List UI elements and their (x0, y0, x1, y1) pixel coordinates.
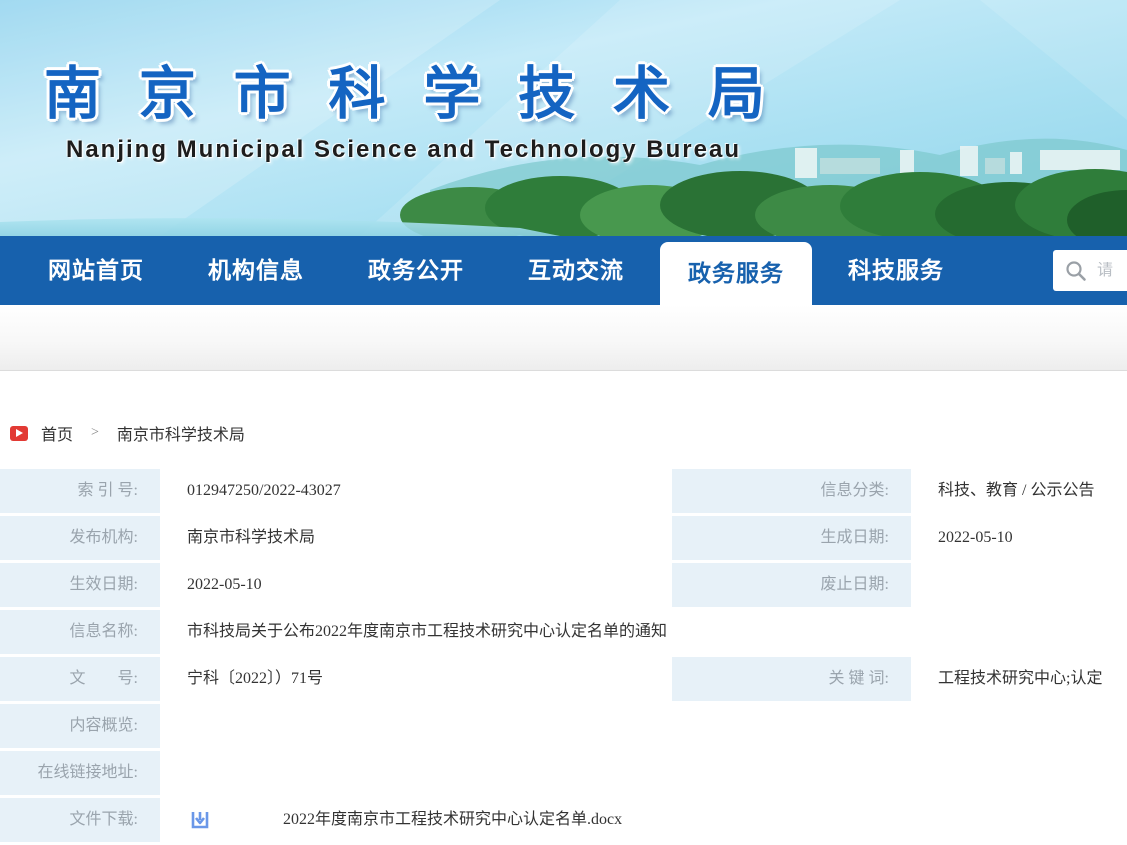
search-input[interactable] (1097, 262, 1127, 280)
breadcrumb-home-link[interactable]: 首页 (41, 421, 73, 445)
field-label-info-name: 信息名称: (0, 610, 160, 654)
field-value-index-number: 012947250/2022-43027 (162, 469, 668, 513)
field-label-doc-number: 文 号: (0, 657, 160, 701)
field-value-online-link (162, 751, 1127, 795)
table-row: 生效日期: 2022-05-10 废止日期: (0, 563, 1127, 607)
field-label-index-number: 索 引 号: (0, 469, 160, 513)
field-label-info-category: 信息分类: (672, 469, 911, 513)
field-label-publisher: 发布机构: (0, 516, 160, 560)
nav-item-interaction[interactable]: 互动交流 (528, 236, 624, 305)
field-label-content-overview: 内容概览: (0, 704, 160, 748)
field-value-publisher: 南京市科学技术局 (162, 516, 668, 560)
table-row: 内容概览: (0, 704, 1127, 748)
field-label-effective-date: 生效日期: (0, 563, 160, 607)
breadcrumb: 首页 > 南京市科学技术局 (10, 418, 1127, 448)
nav-item-org-info[interactable]: 机构信息 (208, 236, 304, 305)
field-value-keywords: 工程技术研究中心;认定 (913, 657, 1127, 701)
field-value-info-name: 市科技局关于公布2022年度南京市工程技术研究中心认定名单的通知 (162, 610, 1127, 654)
main-navigation: 网站首页 机构信息 政务公开 互动交流 政务服务 科技服务 (0, 236, 1127, 305)
field-label-keywords: 关 键 词: (672, 657, 911, 701)
nav-item-gov-disclosure[interactable]: 政务公开 (368, 236, 464, 305)
table-row: 文件下载: 2022年度南京市工程技术研究中心认定名单.docx (0, 798, 1127, 842)
nav-item-home[interactable]: 网站首页 (48, 236, 144, 305)
field-value-effective-date: 2022-05-10 (162, 563, 668, 607)
nav-item-gov-services-active[interactable]: 政务服务 (660, 242, 812, 305)
table-row: 发布机构: 南京市科学技术局 生成日期: 2022-05-10 (0, 516, 1127, 560)
field-value-info-category: 科技、教育 / 公示公告 (913, 469, 1127, 513)
table-row: 文 号: 宁科〔2022〕）71号 关 键 词: 工程技术研究中心;认定 (0, 657, 1127, 701)
search-icon (1065, 260, 1087, 282)
site-subtitle-english: Nanjing Municipal Science and Technology… (66, 136, 741, 164)
field-value-doc-number: 宁科〔2022〕）71号 (162, 657, 668, 701)
field-value-file-download: 2022年度南京市工程技术研究中心认定名单.docx (162, 798, 1127, 842)
nav-item-tech-services[interactable]: 科技服务 (848, 236, 944, 305)
field-label-created-date: 生成日期: (672, 516, 911, 560)
breadcrumb-separator: > (91, 425, 99, 441)
field-label-abolish-date: 废止日期: (672, 563, 911, 607)
site-banner: 南 京 市 科 学 技 术 局 Nanjing Municipal Scienc… (0, 0, 1127, 236)
download-file-link[interactable]: 2022年度南京市工程技术研究中心认定名单.docx (283, 811, 622, 828)
field-value-created-date: 2022-05-10 (913, 516, 1127, 560)
document-info-table: 索 引 号: 012947250/2022-43027 信息分类: 科技、教育 … (0, 469, 1127, 842)
table-row: 索 引 号: 012947250/2022-43027 信息分类: 科技、教育 … (0, 469, 1127, 513)
table-row: 在线链接地址: (0, 751, 1127, 795)
search-box[interactable] (1053, 250, 1127, 291)
breadcrumb-home-icon (10, 426, 28, 441)
field-value-content-overview (162, 704, 1127, 748)
nav-sub-strip (0, 305, 1127, 371)
field-label-online-link: 在线链接地址: (0, 751, 160, 795)
table-row: 信息名称: 市科技局关于公布2022年度南京市工程技术研究中心认定名单的通知 (0, 610, 1127, 654)
field-value-abolish-date (913, 563, 1127, 607)
breadcrumb-current: 南京市科学技术局 (117, 421, 245, 445)
field-label-file-download: 文件下载: (0, 798, 160, 842)
download-icon[interactable] (189, 809, 211, 831)
site-title: 南 京 市 科 学 技 术 局 (44, 48, 776, 130)
